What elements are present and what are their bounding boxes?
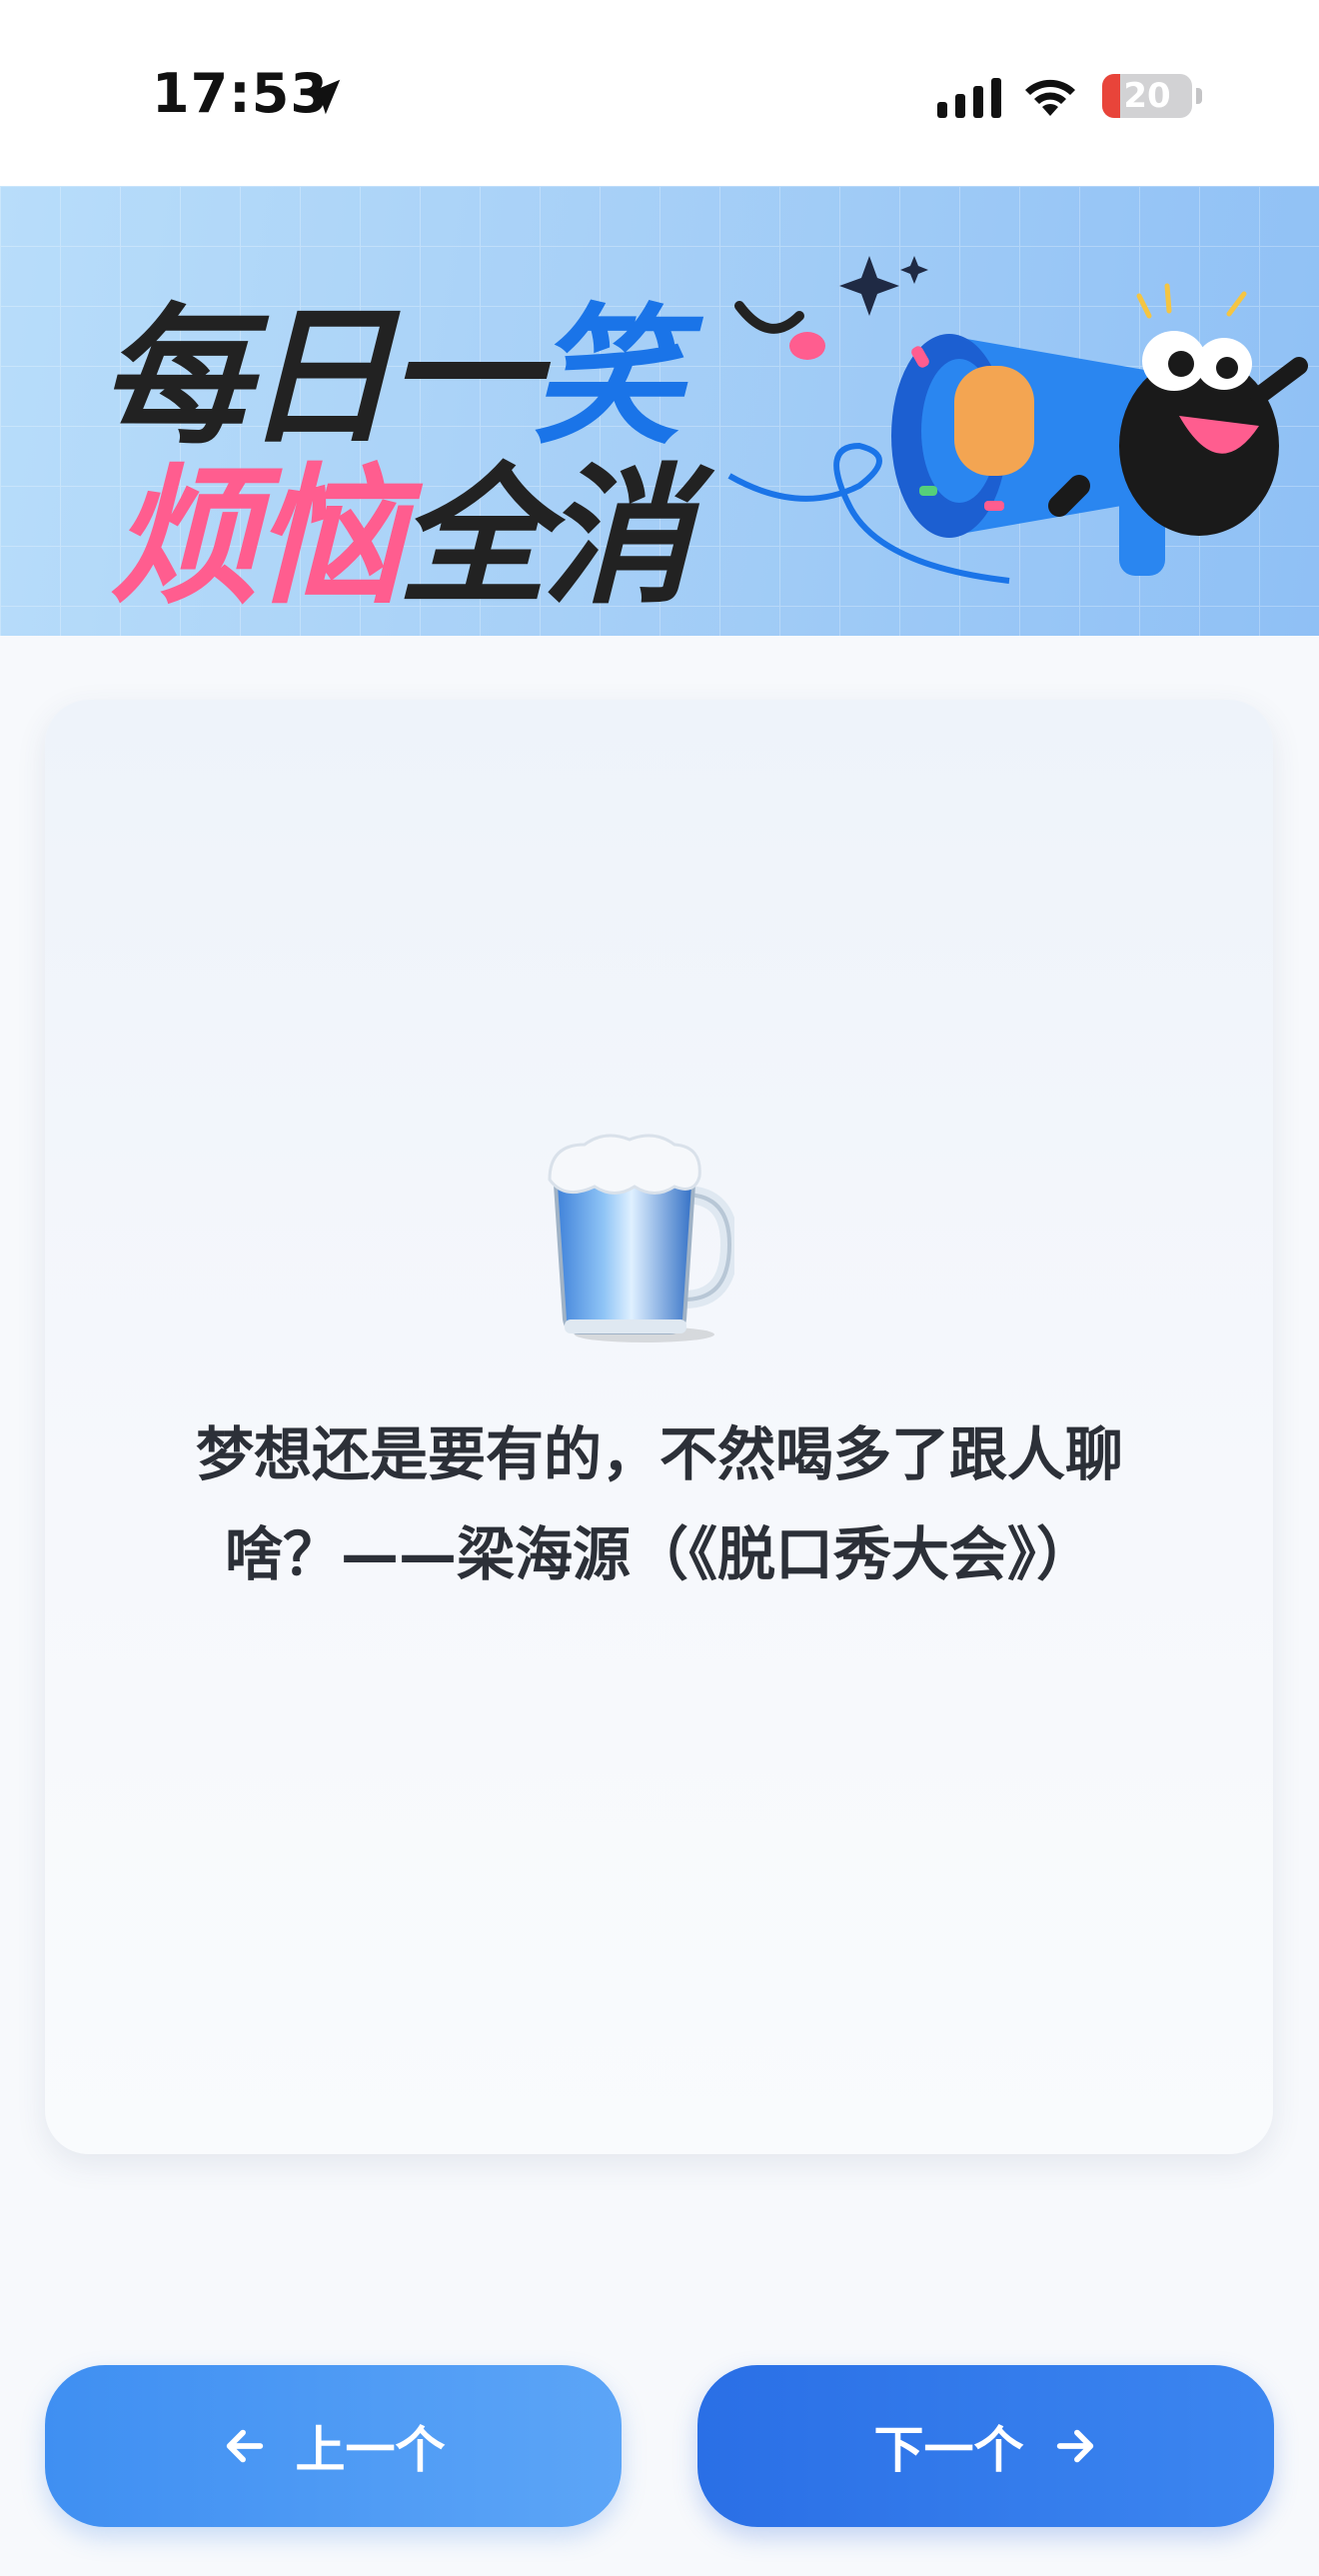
header-banner: 每日一笑 烦恼全消 bbox=[0, 186, 1319, 636]
battery-tip bbox=[1196, 88, 1202, 104]
status-bar: 17:53 20 bbox=[0, 0, 1319, 186]
arrow-right-icon bbox=[1056, 2429, 1093, 2463]
battery-indicator: 20 bbox=[1102, 74, 1192, 118]
location-arrow-icon bbox=[305, 79, 341, 115]
cellular-signal-icon bbox=[937, 78, 1001, 118]
next-button-label: 下一个 bbox=[873, 2421, 1024, 2479]
megaphone-mascot-illustration bbox=[727, 256, 1308, 584]
wifi-icon bbox=[1025, 79, 1075, 116]
arrow-left-icon bbox=[226, 2429, 263, 2463]
previous-button-label: 上一个 bbox=[295, 2421, 446, 2479]
battery-level-text: 20 bbox=[1123, 76, 1171, 116]
next-button[interactable]: 下一个 bbox=[697, 2365, 1274, 2527]
previous-button[interactable]: 上一个 bbox=[45, 2365, 622, 2527]
joke-text: 梦想还是要有的，不然喝多了跟人聊啥？——梁海源（《脱口秀大会》） bbox=[195, 1420, 1123, 1588]
beer-mug-icon bbox=[548, 1134, 734, 1342]
